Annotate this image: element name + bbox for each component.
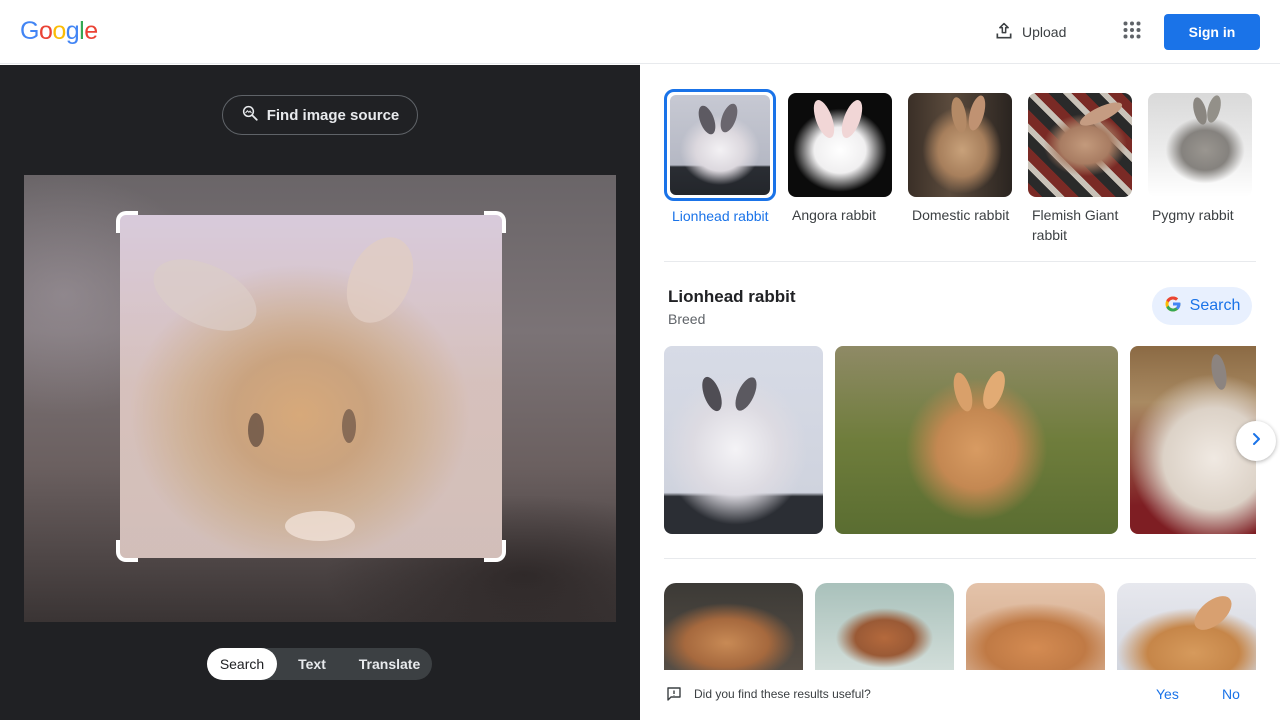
feedback-no-button[interactable]: No <box>1222 686 1240 702</box>
similar-image[interactable] <box>664 583 803 671</box>
crop-handle-bottom-right[interactable] <box>484 540 506 562</box>
logo-letter: o <box>38 17 53 45</box>
feedback-question: Did you find these results useful? <box>694 687 871 701</box>
carousel-image[interactable] <box>835 346 1118 534</box>
carousel-next-button[interactable] <box>1236 421 1276 461</box>
crop-handle-top-left[interactable] <box>116 211 138 233</box>
rabbit-photo <box>835 346 1118 534</box>
rabbit-photo <box>788 93 892 197</box>
similar-images-grid <box>664 583 1256 671</box>
rabbit-ear <box>333 226 427 334</box>
breed-image-carousel <box>664 346 1256 534</box>
logo-letter: g <box>65 17 80 45</box>
google-logo[interactable]: Google <box>20 17 98 46</box>
related-thumbnail <box>1028 93 1132 197</box>
crop-selection[interactable] <box>120 215 502 558</box>
chevron-right-icon <box>1248 431 1264 452</box>
uploaded-image[interactable] <box>24 175 616 622</box>
related-item-lionhead[interactable]: Lionhead rabbit <box>664 89 776 226</box>
find-image-source-button[interactable]: Find image source <box>222 95 418 135</box>
related-thumbnail <box>788 93 892 197</box>
feedback-bar: Did you find these results useful? Yes N… <box>640 670 1280 720</box>
mode-switcher: Search Text Translate <box>207 648 432 680</box>
rabbit-photo <box>664 583 803 671</box>
rabbit-photo <box>815 583 954 671</box>
sign-in-button[interactable]: Sign in <box>1164 14 1260 50</box>
related-label: Domestic rabbit <box>912 207 1010 223</box>
upload-button[interactable]: Upload <box>986 16 1074 48</box>
find-image-source-label: Find image source <box>266 106 400 124</box>
related-item-domestic[interactable]: Domestic rabbit <box>908 93 1020 225</box>
related-label: Angora rabbit <box>792 207 877 223</box>
feedback-icon <box>666 686 682 707</box>
logo-letter: o <box>52 17 66 45</box>
upload-label: Upload <box>1022 24 1067 40</box>
section-divider <box>664 558 1256 559</box>
related-thumbnail <box>908 93 1012 197</box>
knowledge-search-button[interactable]: Search <box>1152 287 1252 325</box>
rabbit-photo <box>1117 583 1256 671</box>
rabbit-mouth <box>285 511 355 541</box>
knowledge-subtitle: Breed <box>668 311 706 327</box>
related-label: Flemish Giant rabbit <box>1032 207 1119 243</box>
rabbit-photo <box>670 95 770 195</box>
logo-letter: e <box>84 17 98 45</box>
results-panel: Lionhead rabbit Angora rabbit Domestic r… <box>640 65 1280 720</box>
knowledge-title[interactable]: Lionhead rabbit <box>668 287 796 307</box>
mode-text-tab[interactable]: Text <box>277 648 347 680</box>
crop-handle-bottom-left[interactable] <box>116 540 138 562</box>
image-search-icon <box>241 104 259 126</box>
carousel-image[interactable] <box>664 346 823 534</box>
apps-button[interactable] <box>1116 16 1148 48</box>
knowledge-search-label: Search <box>1189 297 1241 314</box>
similar-image[interactable] <box>1117 583 1256 671</box>
apps-grid-icon <box>1123 21 1141 44</box>
similar-image[interactable] <box>966 583 1105 671</box>
logo-letter: G <box>20 17 39 45</box>
related-label: Lionhead rabbit <box>672 208 769 224</box>
rabbit-photo <box>664 346 823 534</box>
related-thumbnail <box>1148 93 1252 197</box>
upload-icon <box>994 21 1014 44</box>
rabbit-eye <box>248 413 264 447</box>
similar-image[interactable] <box>815 583 954 671</box>
related-thumbnail <box>664 89 776 201</box>
related-label: Pygmy rabbit <box>1152 207 1234 223</box>
image-crop-panel: Find image source Search Text Translate <box>0 65 640 720</box>
mode-translate-tab[interactable]: Translate <box>347 648 432 680</box>
rabbit-ear <box>142 244 268 346</box>
rabbit-photo <box>966 583 1105 671</box>
section-divider <box>664 261 1256 262</box>
related-item-pygmy[interactable]: Pygmy rabbit <box>1148 93 1260 225</box>
google-g-icon <box>1164 295 1182 318</box>
related-searches: Lionhead rabbit Angora rabbit Domestic r… <box>664 89 1264 249</box>
feedback-yes-button[interactable]: Yes <box>1156 686 1179 702</box>
rabbit-eye <box>342 409 356 443</box>
top-header: Google Upload Sign in <box>0 0 1280 64</box>
crop-handle-top-right[interactable] <box>484 211 506 233</box>
related-item-flemish-giant[interactable]: Flemish Giant rabbit <box>1028 93 1140 245</box>
related-item-angora[interactable]: Angora rabbit <box>788 93 900 225</box>
mode-search-tab[interactable]: Search <box>207 648 277 680</box>
